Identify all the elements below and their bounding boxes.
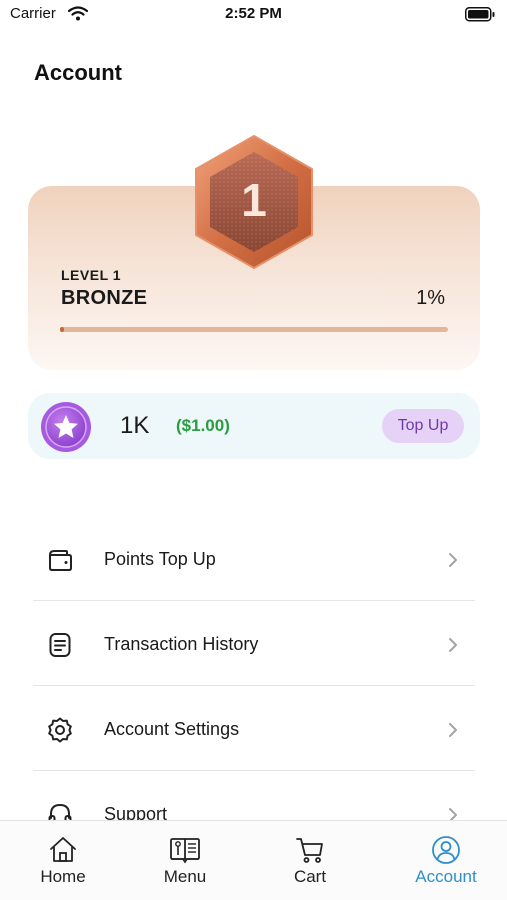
menu-book-icon bbox=[170, 838, 200, 864]
star-coin-icon bbox=[41, 402, 91, 452]
menu-item-label: Account Settings bbox=[104, 719, 240, 739]
receipt-icon bbox=[49, 633, 71, 657]
home-icon bbox=[50, 837, 76, 862]
level-label: LEVEL 1 bbox=[61, 267, 122, 283]
points-cash-value: ($1.00) bbox=[176, 416, 230, 435]
menu-item-account-settings[interactable]: Account Settings bbox=[0, 686, 507, 771]
gear-icon bbox=[48, 717, 72, 743]
tab-menu[interactable]: Menu bbox=[122, 821, 248, 900]
wallet-icon bbox=[49, 550, 72, 571]
level-progress-percent: 1% bbox=[416, 287, 445, 309]
level-progress-fill bbox=[60, 327, 64, 332]
tab-account[interactable]: Account bbox=[383, 821, 507, 900]
menu-item-points-top-up[interactable]: Points Top Up bbox=[0, 516, 507, 601]
account-screen: Carrier 2:52 PM Account 1 LEVEL 1 BRONZE… bbox=[0, 0, 507, 900]
menu-item-label: Transaction History bbox=[104, 634, 259, 654]
account-icon bbox=[432, 836, 460, 864]
page-title: Account bbox=[34, 60, 122, 85]
tab-cart[interactable]: Cart bbox=[247, 821, 373, 900]
battery-icon bbox=[465, 7, 495, 22]
chevron-right-icon bbox=[449, 553, 457, 567]
top-up-button[interactable]: Top Up bbox=[382, 409, 464, 443]
chevron-right-icon bbox=[449, 638, 457, 652]
chevron-right-icon bbox=[449, 723, 457, 737]
tab-label: Home bbox=[40, 867, 86, 886]
tab-home[interactable]: Home bbox=[0, 821, 126, 900]
tab-label: Menu bbox=[163, 867, 207, 886]
tab-label: Cart bbox=[293, 867, 327, 886]
level-badge-number: 1 bbox=[241, 174, 267, 226]
status-time: 2:52 PM bbox=[225, 5, 282, 22]
tab-bar: Home Menu Cart Account bbox=[0, 820, 507, 900]
status-bar: Carrier 2:52 PM bbox=[0, 0, 507, 32]
cart-icon bbox=[296, 838, 323, 863]
tier-name: BRONZE bbox=[61, 287, 148, 309]
points-balance: 1K bbox=[120, 412, 150, 439]
menu-item-label: Points Top Up bbox=[104, 549, 216, 569]
tab-label: Account bbox=[415, 867, 477, 886]
menu-item-transaction-history[interactable]: Transaction History bbox=[0, 601, 507, 686]
level-progress-bar bbox=[60, 327, 448, 332]
level-badge-icon: 1 bbox=[195, 135, 313, 269]
account-menu: Points Top Up Transaction History Accoun… bbox=[0, 516, 507, 856]
